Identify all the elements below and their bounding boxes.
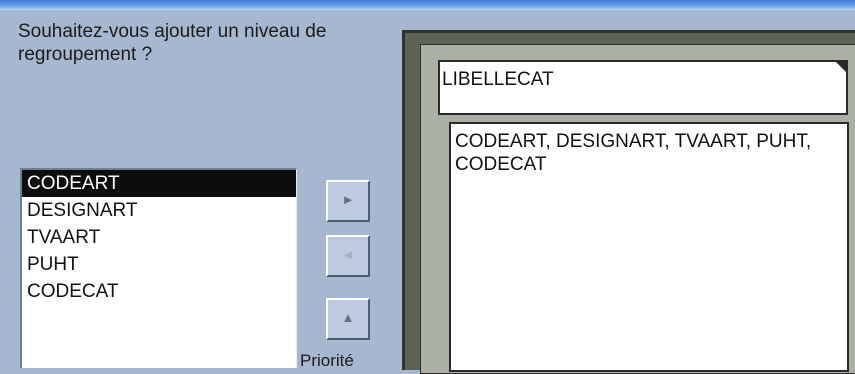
list-item[interactable]: CODECAT [22, 278, 296, 305]
arrow-right-icon: ► [341, 192, 355, 207]
list-item[interactable]: TVAART [22, 224, 296, 251]
arrow-up-icon: ▲ [341, 310, 355, 325]
detail-fields-label: CODEART, DESIGNART, TVAART, PUHT, CODECA… [455, 131, 812, 175]
group-header-label: LIBELLECAT [442, 69, 554, 90]
arrow-left-icon: ◄ [341, 247, 355, 262]
list-item[interactable]: DESIGNART [22, 197, 296, 224]
grouping-question: Souhaitez-vous ajouter un niveau de regr… [18, 21, 327, 65]
list-item[interactable]: PUHT [22, 251, 296, 278]
corner-fold-icon [834, 60, 848, 74]
detail-fields-box: CODEART, DESIGNART, TVAART, PUHT, CODECA… [449, 122, 849, 372]
list-item[interactable]: CODEART [22, 170, 296, 197]
window-title-bar [0, 0, 855, 10]
remove-grouping-button[interactable]: ◄ [326, 235, 370, 277]
add-grouping-button[interactable]: ► [326, 180, 370, 222]
priority-label: Priorité [300, 351, 354, 370]
available-fields-list[interactable]: CODEART DESIGNART TVAART PUHT CODECAT [20, 168, 297, 368]
priority-up-button[interactable]: ▲ [326, 298, 370, 340]
group-header-box: LIBELLECAT [438, 60, 848, 115]
